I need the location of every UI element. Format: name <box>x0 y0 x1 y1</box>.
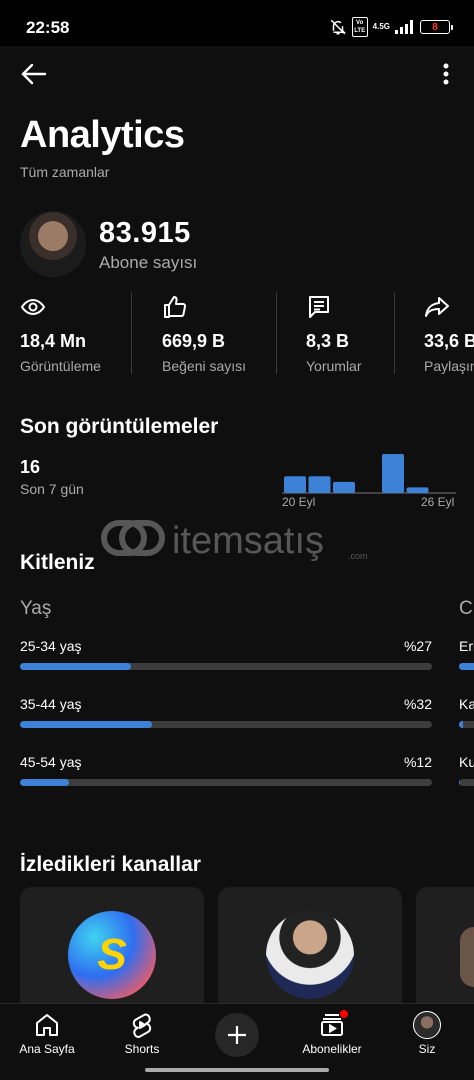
status-bar: 22:58 Vo LTE 4.5G 8 <box>0 0 474 46</box>
stat-shares[interactable]: 33,6 B Paylaşım <box>424 292 474 376</box>
gender-label: Erkek <box>459 638 474 654</box>
plus-icon <box>228 1026 246 1044</box>
home-indicator[interactable] <box>145 1068 329 1072</box>
network-type: 4.5G <box>372 22 390 31</box>
s-logo-letter: S <box>97 930 127 979</box>
chart-bar-22-eyl <box>333 481 355 493</box>
age-percent: %27 <box>403 638 432 654</box>
gender-bar-fill <box>459 663 474 670</box>
chart-bar-25-eyl <box>406 487 429 493</box>
status-time: 22:58 <box>26 18 70 37</box>
top-bar <box>0 46 474 102</box>
nav-subscriptions[interactable]: Abonelikler <box>287 1004 377 1066</box>
gender-row: Erkek <box>459 638 474 672</box>
age-bar-track <box>20 721 432 728</box>
audience-title: Kitleniz <box>20 551 95 574</box>
battery-icon: 8 <box>420 20 453 34</box>
chart-bar-20-eyl <box>284 476 306 493</box>
shorts-icon <box>132 1013 152 1038</box>
stat-label: Beğeni sayısı <box>162 358 247 374</box>
nav-home[interactable]: Ana Sayfa <box>2 1004 92 1066</box>
status-icons: Vo LTE 4.5G 8 <box>329 17 453 37</box>
page-subtitle: Tüm zamanlar <box>20 164 110 180</box>
gender-bar-track <box>459 721 474 728</box>
avatar <box>413 1011 441 1039</box>
age-row: 45-54 yaş %12 <box>20 754 432 788</box>
notification-dot <box>340 1010 348 1018</box>
nav-label: Siz <box>418 1042 436 1056</box>
watermark-text: itemsatış <box>172 520 324 562</box>
create-button[interactable] <box>215 1013 259 1057</box>
stat-value: 8,3 B <box>306 331 350 351</box>
volte-indicator: Vo LTE <box>351 17 368 37</box>
age-row: 25-34 yaş %27 <box>20 638 432 672</box>
back-arrow-icon[interactable] <box>20 62 48 86</box>
age-percent: %12 <box>403 754 432 770</box>
watermark-logo: itemsatış .com <box>101 520 368 562</box>
channel-avatar <box>20 211 86 277</box>
s-logo-avatar: S <box>68 911 156 999</box>
stat-value: 669,9 B <box>162 331 226 351</box>
age-percent: %32 <box>403 696 432 712</box>
mute-bell-icon <box>330 19 346 35</box>
chart-bar-21-eyl <box>308 476 331 493</box>
signal-icon <box>395 20 413 34</box>
gender-header[interactable]: Cinsiyet <box>459 598 474 620</box>
recent-views-count: 16 <box>20 457 41 477</box>
chart-end-label: 26 Eyl <box>421 495 455 509</box>
stat-label: Paylaşım <box>424 358 474 374</box>
gender-row: Kullanıcı tarafından belirtilen <box>459 754 474 788</box>
nav-shorts[interactable]: Shorts <box>97 1004 187 1066</box>
eye-icon <box>20 298 46 316</box>
chart-bar-24-eyl <box>382 454 404 493</box>
channels-title: İzledikleri kanallar <box>20 853 201 876</box>
age-header[interactable]: Yaş <box>20 598 51 620</box>
stat-label: Yorumlar <box>306 358 362 374</box>
stats-row: 18,4 Mn Görüntüleme 669,9 B Beğeni sayıs… <box>20 292 474 376</box>
stat-label: Görüntüleme <box>20 358 101 374</box>
age-bar-fill <box>20 721 152 728</box>
gender-bar-fill <box>459 721 463 728</box>
nav-label: Shorts <box>124 1042 160 1056</box>
gender-bar-track <box>459 663 474 670</box>
age-row: 35-44 yaş %32 <box>20 696 432 730</box>
stat-divider <box>131 292 132 374</box>
stat-value: 18,4 Mn <box>20 331 87 351</box>
stat-value: 33,6 B <box>424 331 474 351</box>
subscriber-label: Abone sayısı <box>99 253 198 272</box>
watermark-tagline: .com <box>348 551 368 561</box>
age-label: 35-44 yaş <box>20 696 82 712</box>
recent-views-title: Son görüntülemeler <box>20 415 219 438</box>
recent-views-period: Son 7 gün <box>20 481 84 497</box>
stat-comments[interactable]: 8,3 B Yorumlar <box>306 292 396 376</box>
stat-divider <box>276 292 277 374</box>
age-label: 45-54 yaş <box>20 754 82 770</box>
page-title: Analytics <box>20 114 185 156</box>
gender-bar-fill <box>459 779 460 786</box>
more-vertical-icon[interactable] <box>436 60 456 88</box>
share-icon <box>425 297 449 317</box>
subscriber-count: 83.915 <box>99 217 191 249</box>
chart-start-label: 20 Eyl <box>282 495 316 509</box>
stat-divider <box>394 292 395 374</box>
stat-views[interactable]: 18,4 Mn Görüntüleme <box>20 292 130 376</box>
gender-label: Kadın <box>459 696 474 712</box>
nav-you[interactable]: Siz <box>382 1004 472 1066</box>
partial-avatar <box>460 927 474 987</box>
age-bar-fill <box>20 663 132 670</box>
gender-label: Kullanıcı tarafından belirtilen <box>459 754 474 770</box>
nav-label: Abonelikler <box>302 1042 362 1056</box>
thumbs-up-icon <box>164 296 187 318</box>
age-bar-fill <box>20 779 70 786</box>
stat-likes[interactable]: 669,9 B Beğeni sayısı <box>162 292 272 376</box>
gender-bar-track <box>459 779 474 786</box>
age-bar-track <box>20 663 432 670</box>
comment-icon <box>309 296 329 318</box>
gender-row: Kadın <box>459 696 474 730</box>
footballer-avatar <box>266 911 354 999</box>
age-label: 25-34 yaş <box>20 638 82 654</box>
home-icon <box>36 1014 58 1036</box>
age-bar-track <box>20 779 432 786</box>
nav-label: Ana Sayfa <box>19 1042 75 1056</box>
